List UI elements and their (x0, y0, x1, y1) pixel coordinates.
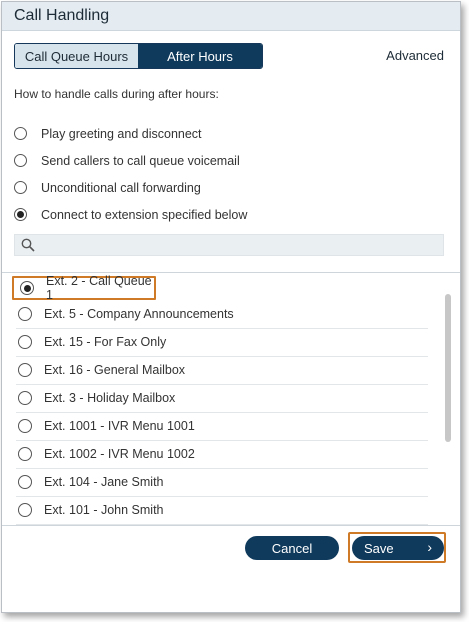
tab-call-queue-hours[interactable]: Call Queue Hours (15, 44, 138, 68)
option-label: Unconditional call forwarding (41, 180, 201, 195)
handling-prompt: How to handle calls during after hours: (14, 87, 219, 101)
call-handling-dialog: Call Handling Call Queue Hours After Hou… (1, 1, 461, 613)
radio-icon[interactable] (18, 419, 32, 433)
radio-icon[interactable] (14, 154, 27, 167)
dialog-footer: Cancel Save › (2, 532, 460, 572)
radio-selected-icon[interactable] (20, 281, 34, 295)
extension-label: Ext. 16 - General Mailbox (44, 363, 186, 377)
chevron-right-icon: › (427, 539, 432, 555)
radio-icon[interactable] (18, 503, 32, 517)
dialog-title: Call Handling (14, 7, 110, 24)
tab-after-hours[interactable]: After Hours (138, 44, 262, 68)
extension-item[interactable]: Ext. 15 - For Fax Only (16, 328, 428, 357)
option-unconditional-forwarding[interactable]: Unconditional call forwarding (14, 174, 247, 201)
extension-item[interactable]: Ext. 101 - John Smith (16, 496, 428, 525)
radio-icon[interactable] (18, 475, 32, 489)
extension-item[interactable]: Ext. 5 - Company Announcements (16, 300, 428, 329)
extension-label: Ext. 2 - Call Queue 1 (46, 274, 152, 302)
radio-dot (23, 284, 31, 292)
extension-label: Ext. 101 - John Smith (44, 503, 164, 517)
option-label: Play greeting and disconnect (41, 126, 202, 141)
tab-group: Call Queue Hours After Hours (14, 43, 263, 69)
radio-icon[interactable] (18, 307, 32, 321)
option-play-greeting[interactable]: Play greeting and disconnect (14, 120, 247, 147)
extension-item[interactable]: Ext. 1001 - IVR Menu 1001 (16, 412, 428, 441)
extension-label: Ext. 1002 - IVR Menu 1002 (44, 447, 195, 461)
search-icon (21, 238, 35, 252)
option-label: Send callers to call queue voicemail (41, 153, 240, 168)
handling-options: Play greeting and disconnect Send caller… (14, 120, 247, 228)
radio-icon[interactable] (18, 363, 32, 377)
scrollbar-thumb[interactable] (445, 294, 451, 442)
advanced-link[interactable]: Advanced (386, 48, 444, 63)
extension-label: Ext. 5 - Company Announcements (44, 307, 234, 321)
option-label: Connect to extension specified below (41, 207, 248, 222)
extension-item-selected[interactable]: Ext. 2 - Call Queue 1 (12, 274, 156, 302)
extension-label: Ext. 15 - For Fax Only (44, 335, 167, 349)
radio-icon[interactable] (18, 447, 32, 461)
radio-icon[interactable] (18, 391, 32, 405)
dialog-titlebar: Call Handling (2, 2, 460, 31)
radio-dot (17, 211, 24, 218)
extension-search[interactable] (14, 234, 444, 256)
extension-label: Ext. 104 - Jane Smith (44, 475, 164, 489)
tabs-row: Call Queue Hours After Hours Advanced (14, 43, 444, 69)
save-label: Save (364, 540, 394, 556)
search-input[interactable] (41, 235, 443, 255)
option-connect-to-extension[interactable]: Connect to extension specified below (14, 201, 247, 228)
extension-item[interactable]: Ext. 3 - Holiday Mailbox (16, 384, 428, 413)
extension-list-container: Ext. 2 - Call Queue 1 Ext. 5 - Company A… (2, 272, 460, 526)
save-button[interactable]: Save › (352, 536, 444, 560)
extension-label: Ext. 3 - Holiday Mailbox (44, 391, 176, 405)
cancel-button[interactable]: Cancel (245, 536, 339, 560)
extension-item[interactable]: Ext. 1002 - IVR Menu 1002 (16, 440, 428, 469)
radio-selected-icon[interactable] (14, 208, 27, 221)
extension-item[interactable]: Ext. 16 - General Mailbox (16, 356, 428, 385)
extension-item[interactable]: Ext. 104 - Jane Smith (16, 468, 428, 497)
radio-icon[interactable] (18, 335, 32, 349)
list-scrollbar[interactable] (444, 277, 452, 519)
extension-label: Ext. 1001 - IVR Menu 1001 (44, 419, 195, 433)
radio-icon[interactable] (14, 127, 27, 140)
option-send-to-voicemail[interactable]: Send callers to call queue voicemail (14, 147, 247, 174)
radio-icon[interactable] (14, 181, 27, 194)
